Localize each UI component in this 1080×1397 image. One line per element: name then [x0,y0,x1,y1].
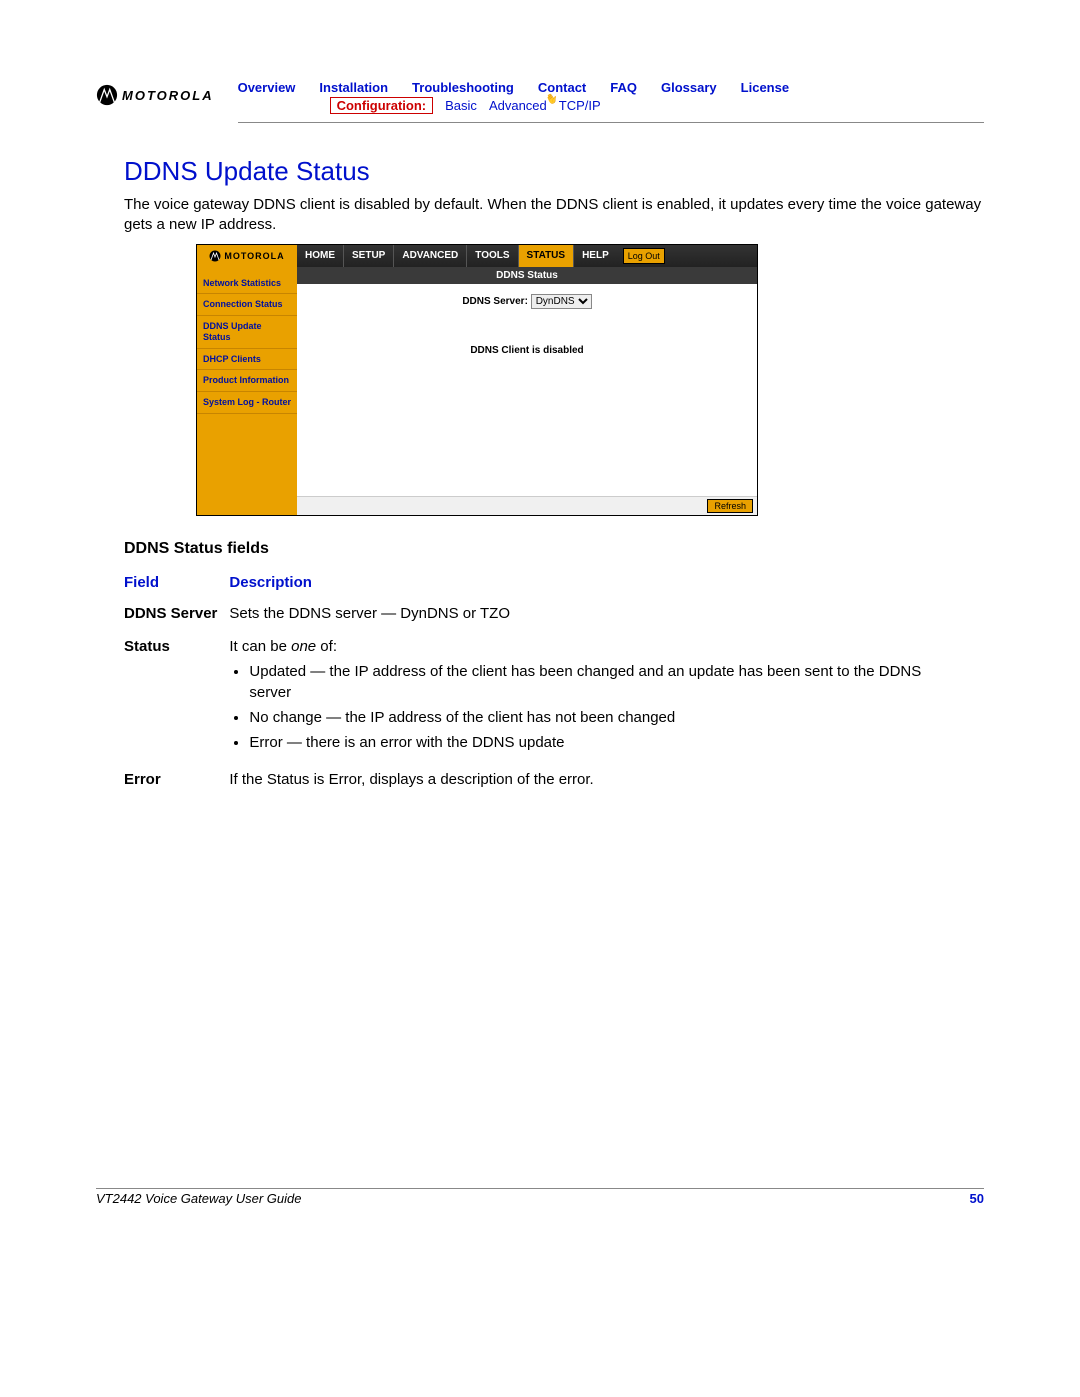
shot-brand: MOTOROLA [224,251,284,261]
footer-guide: VT2442 Voice Gateway User Guide [96,1191,301,1206]
sidebar-network-stats[interactable]: Network Statistics [197,273,297,295]
sidebar-dhcp-clients[interactable]: DHCP Clients [197,349,297,371]
sidebar-syslog-router[interactable]: System Log - Router [197,392,297,414]
col-field: Field [124,568,229,597]
nav-glossary[interactable]: Glossary [661,80,717,95]
nav-installation[interactable]: Installation [319,80,388,95]
fields-table: Field Description DDNS Server Sets the D… [124,568,954,796]
refresh-button[interactable]: Refresh [707,499,753,513]
table-row: Error If the Status is Error, displays a… [124,763,954,796]
shot-tab-home[interactable]: HOME [297,245,344,267]
panel-title: DDNS Status [297,267,757,284]
list-item: Error — there is an error with the DDNS … [249,732,942,753]
section-body: The voice gateway DDNS client is disable… [124,195,984,236]
configuration-label: Configuration: [330,97,434,114]
motorola-icon [96,84,118,106]
shot-tab-setup[interactable]: SETUP [344,245,394,267]
shot-sidebar: Network Statistics Connection Status DDN… [197,267,297,515]
header-rule [238,122,984,123]
top-nav: Overview Installation Troubleshooting Co… [238,80,984,95]
page-footer: VT2442 Voice Gateway User Guide 50 [96,1188,984,1206]
subnav-tcpip[interactable]: TCP/IP [559,98,601,113]
table-row: DDNS Server Sets the DDNS server — DynDN… [124,597,954,630]
shot-tab-advanced[interactable]: ADVANCED [394,245,467,267]
ddns-disabled-message: DDNS Client is disabled [297,345,757,356]
shot-tab-tools[interactable]: TOOLS [467,245,518,267]
brand-text: MOTOROLA [122,88,214,103]
embedded-screenshot: MOTOROLA HOME SETUP ADVANCED TOOLS STATU… [196,244,758,516]
nav-license[interactable]: License [741,80,789,95]
sub-nav: Configuration: Basic Advanced ✋ TCP/IP [330,97,984,114]
shot-logo: MOTOROLA [197,245,297,267]
field-name: DDNS Server [124,597,229,630]
nav-troubleshooting[interactable]: Troubleshooting [412,80,514,95]
ddns-server-select[interactable]: DynDNS [531,294,592,309]
nav-contact[interactable]: Contact [538,80,586,95]
nav-overview[interactable]: Overview [238,80,296,95]
sidebar-connection-status[interactable]: Connection Status [197,294,297,316]
subnav-advanced[interactable]: Advanced [489,98,547,113]
sidebar-ddns-update[interactable]: DDNS Update Status [197,316,297,349]
logout-button[interactable]: Log Out [623,248,665,264]
section-title: DDNS Update Status [124,156,984,187]
ddns-server-label: DDNS Server: [462,296,528,307]
list-item: No change — the IP address of the client… [249,707,942,728]
shot-tab-help[interactable]: HELP [574,245,617,267]
table-row: Status It can be one of: Updated — the I… [124,630,954,763]
page-header: MOTOROLA Overview Installation Troublesh… [96,80,984,130]
sidebar-product-info[interactable]: Product Information [197,370,297,392]
field-desc: If the Status is Error, displays a descr… [229,763,954,796]
brand-logo: MOTOROLA [96,84,214,106]
footer-page-number: 50 [970,1191,984,1206]
fields-heading: DDNS Status fields [124,540,984,558]
subnav-basic[interactable]: Basic [445,98,477,113]
col-description: Description [229,568,954,597]
field-name: Status [124,630,229,763]
field-name: Error [124,763,229,796]
field-desc: It can be one of: Updated — the IP addre… [229,630,954,763]
field-desc: Sets the DDNS server — DynDNS or TZO [229,597,954,630]
motorola-icon [209,250,221,262]
nav-faq[interactable]: FAQ [610,80,637,95]
list-item: Updated — the IP address of the client h… [249,661,942,703]
shot-tab-status[interactable]: STATUS [519,245,575,267]
